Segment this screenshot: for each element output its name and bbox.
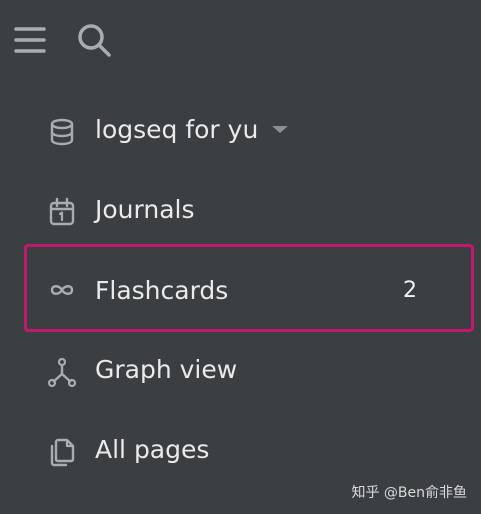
sidebar-item-label: Journals [95,195,195,224]
infinity-icon [46,274,78,306]
watermark: 知乎 @Ben俞非鱼 [351,485,467,501]
top-bar [0,0,481,86]
database-icon [46,116,78,148]
sidebar-item-graph-view[interactable]: Graph view [24,330,474,410]
sidebar-item-label: Flashcards [95,276,229,305]
sidebar-item-all-pages[interactable]: All pages [24,410,474,490]
sidebar-item-label: All pages [95,435,210,464]
sidebar-item-graph-selector[interactable]: logseq for yu [24,90,474,170]
sidebar-item-journals[interactable]: Journals [24,170,474,250]
sidebar-item-label: Graph view [95,355,238,384]
flashcards-count-badge: 2 [403,278,417,303]
sidebar-item-label: logseq for yu [95,112,289,148]
sidebar-item-flashcards[interactable]: Flashcards 2 [24,244,474,332]
calendar-icon [46,196,78,228]
hamburger-menu-icon[interactable] [12,20,52,60]
search-icon[interactable] [74,20,114,60]
pages-icon [46,436,78,468]
chevron-down-icon[interactable] [272,125,289,133]
graph-icon [46,356,78,388]
